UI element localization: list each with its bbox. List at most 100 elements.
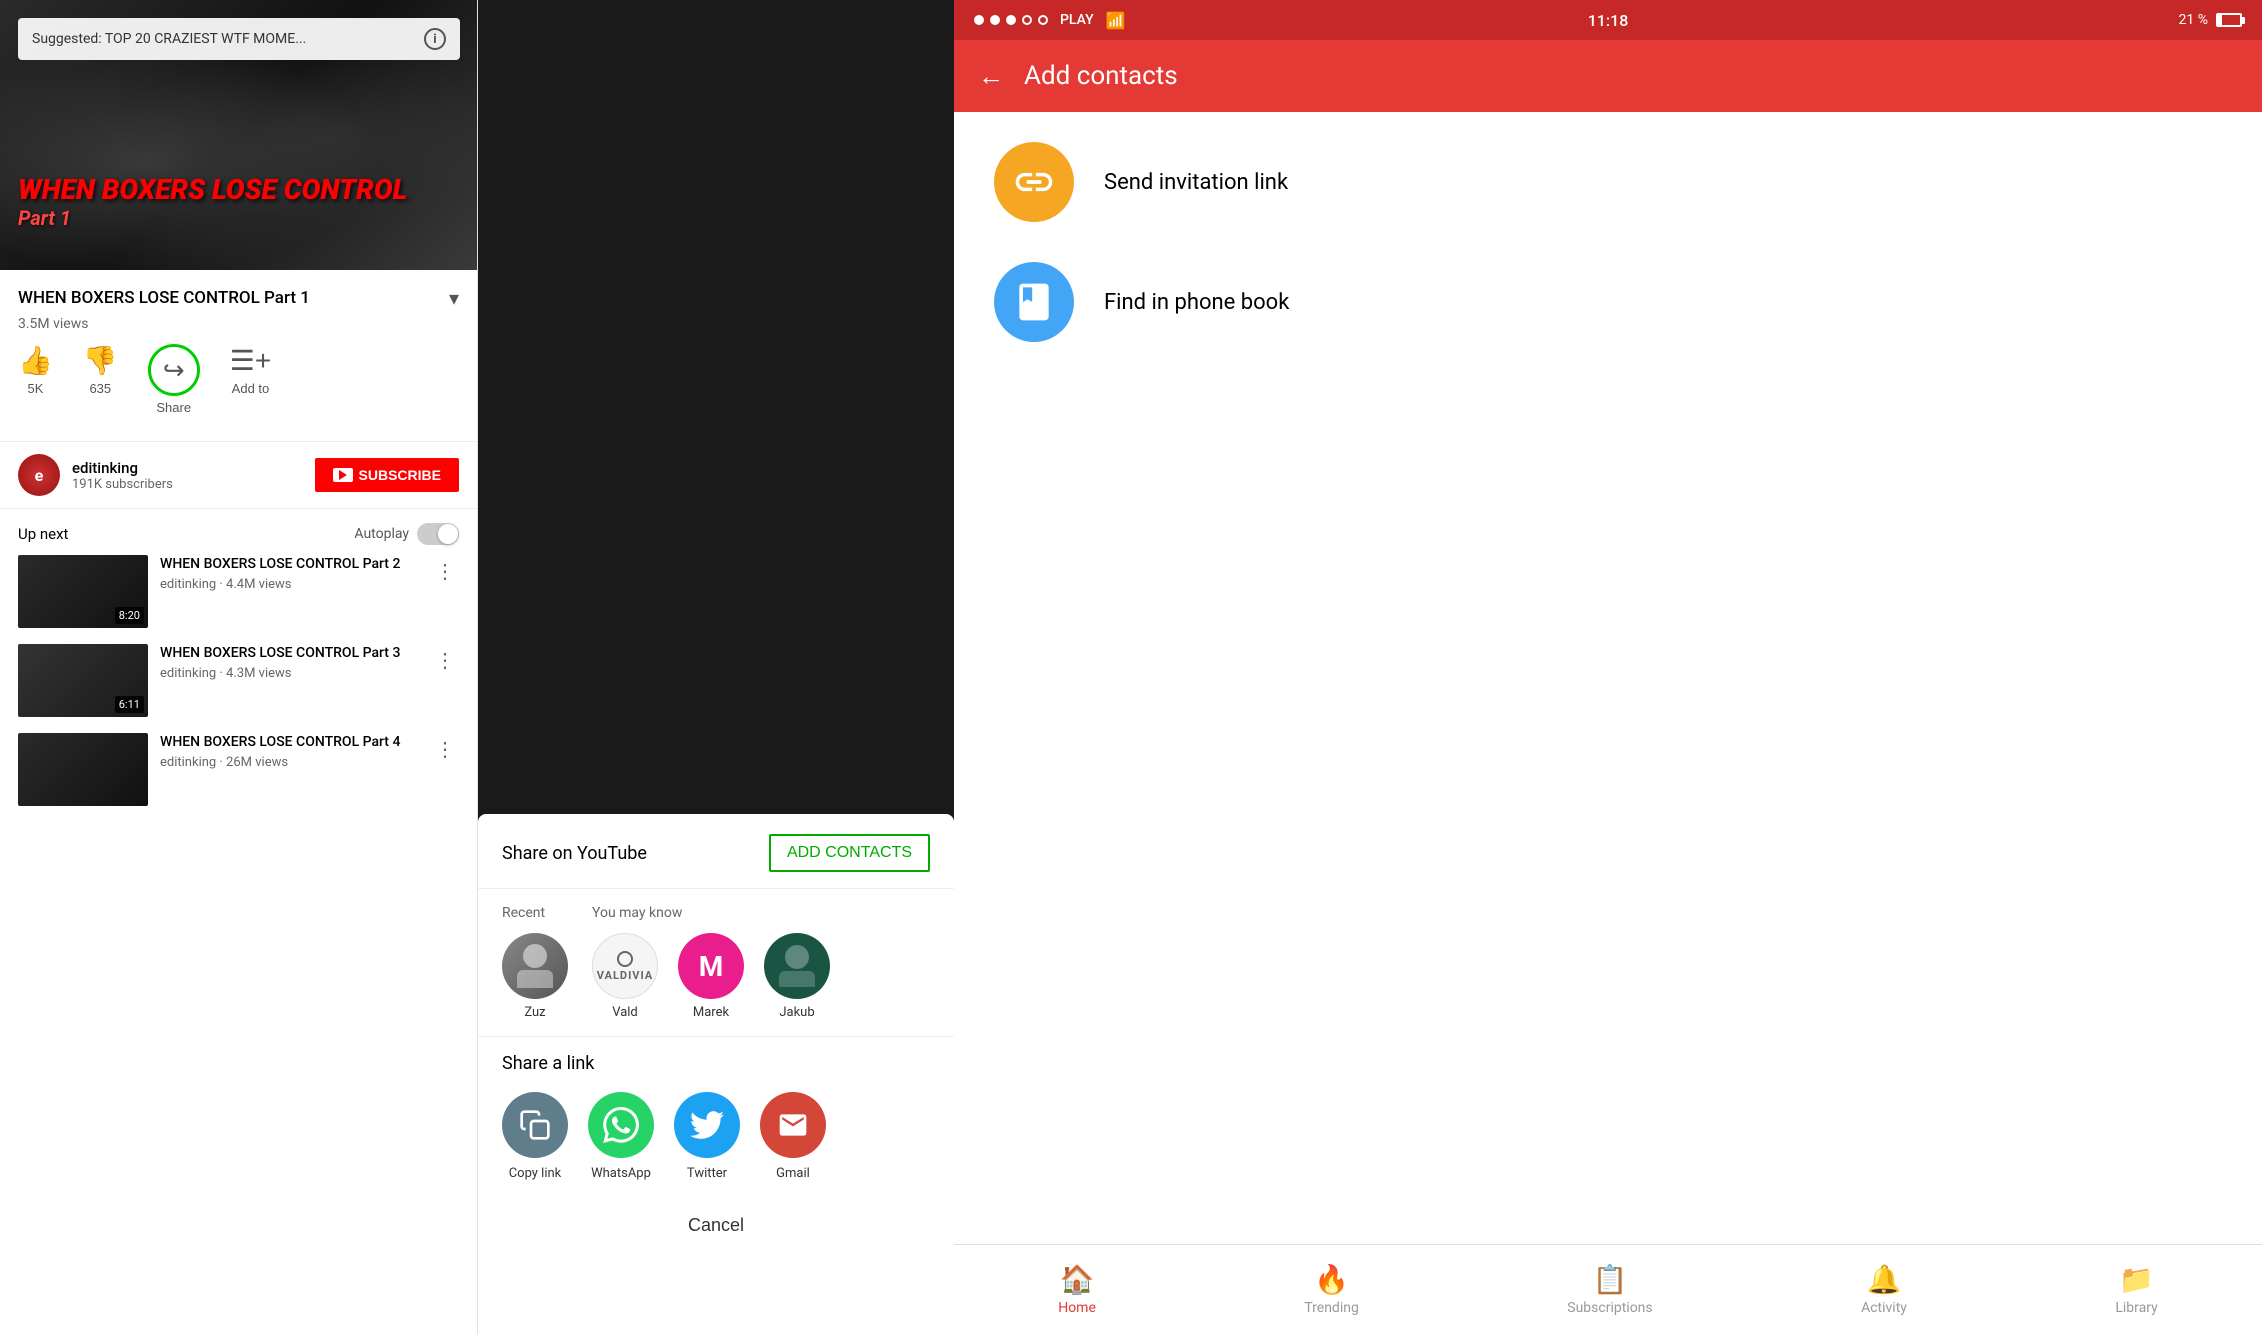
video-meta: WHEN BOXERS LOSE CONTROL Part 3 editinki… — [160, 644, 419, 681]
status-bar: PLAY 📶 11:18 21 % — [954, 0, 2262, 40]
autoplay-label: Autoplay — [354, 526, 409, 542]
like-button[interactable]: 👍 5K — [18, 344, 53, 415]
gmail-label: Gmail — [776, 1166, 810, 1181]
up-next-label: Up next — [18, 525, 68, 543]
share-apps-row: Copy link WhatsApp — [502, 1092, 930, 1181]
share-link-label: Share a link — [502, 1053, 930, 1074]
contact-item-marek[interactable]: M Marek — [678, 933, 744, 1020]
more-options-icon[interactable]: ⋮ — [431, 733, 459, 765]
add-contacts-button[interactable]: ADD CONTACTS — [769, 834, 930, 872]
you-may-know-contacts: VALDIVIA Vald M Marek — [592, 933, 830, 1020]
dislike-button[interactable]: 👎 635 — [83, 344, 118, 415]
video-duration: 6:11 — [115, 696, 144, 713]
contact-avatar-jakub — [764, 933, 830, 999]
share-sheet-panel: Share on YouTube ADD CONTACTS Recent — [478, 0, 954, 1334]
contact-avatar-vald: VALDIVIA — [592, 933, 658, 999]
chevron-down-icon[interactable]: ▾ — [449, 286, 459, 310]
find-in-phone-book-icon — [994, 262, 1074, 342]
carrier-name: PLAY — [1060, 12, 1094, 28]
video-item-channel: editinking · 4.4M views — [160, 577, 419, 592]
channel-avatar[interactable]: e — [18, 454, 60, 496]
video-item-title: WHEN BOXERS LOSE CONTROL Part 2 — [160, 555, 419, 573]
video-item-title: WHEN BOXERS LOSE CONTROL Part 3 — [160, 644, 419, 662]
cancel-button[interactable]: Cancel — [478, 1197, 954, 1254]
whatsapp-label: WhatsApp — [591, 1166, 651, 1181]
share-on-youtube-label: Share on YouTube — [502, 843, 647, 864]
send-invitation-label: Send invitation link — [1104, 170, 1288, 195]
nav-item-subscriptions[interactable]: 📋 Subscriptions — [1567, 1263, 1652, 1316]
nav-item-library[interactable]: 📁 Library — [2115, 1263, 2157, 1316]
video-title-main: WHEN BOXERS LOSE CONTROL — [18, 175, 460, 206]
more-options-icon[interactable]: ⋮ — [431, 644, 459, 676]
signal-dot-3 — [1006, 15, 1016, 25]
send-invitation-option[interactable]: Send invitation link — [994, 142, 2222, 222]
share-label: Share — [156, 400, 191, 415]
video-main-title: WHEN BOXERS LOSE CONTROL Part 1 — [18, 288, 439, 308]
list-item[interactable]: WHEN BOXERS LOSE CONTROL Part 4 editinki… — [18, 733, 459, 806]
copy-link-icon — [502, 1092, 568, 1158]
you-may-know-group: You may know VALDIVIA Vald — [592, 905, 830, 1020]
contacts-row: Recent Zuz You may know — [502, 905, 930, 1020]
list-item[interactable]: 6:11 WHEN BOXERS LOSE CONTROL Part 3 edi… — [18, 644, 459, 717]
share-link-section: Share a link Copy link — [478, 1036, 954, 1197]
nav-label-library: Library — [2115, 1300, 2157, 1316]
video-item-channel: editinking · 4.3M views — [160, 666, 419, 681]
gmail-icon — [760, 1092, 826, 1158]
send-invitation-icon — [994, 142, 1074, 222]
bottom-navigation: 🏠 Home 🔥 Trending 📋 Subscriptions 🔔 Acti… — [954, 1244, 2262, 1334]
you-may-know-label: You may know — [592, 905, 830, 921]
thumbs-up-icon: 👍 — [18, 344, 53, 377]
activity-icon: 🔔 — [1867, 1263, 1902, 1296]
channel-row: e editinking 191K subscribers SUBSCRIBE — [0, 442, 477, 509]
contact-item-jakub[interactable]: Jakub — [764, 933, 830, 1020]
find-in-phone-book-option[interactable]: Find in phone book — [994, 262, 2222, 342]
recent-label: Recent — [502, 905, 568, 921]
whatsapp-item[interactable]: WhatsApp — [588, 1092, 654, 1181]
app-header: ← Add contacts — [954, 40, 2262, 112]
info-icon[interactable]: i — [424, 28, 446, 50]
status-left: PLAY 📶 — [974, 11, 1126, 30]
list-item[interactable]: 8:20 WHEN BOXERS LOSE CONTROL Part 2 edi… — [18, 555, 459, 628]
channel-name: editinking — [72, 459, 173, 477]
status-time: 11:18 — [1588, 11, 1629, 30]
video-item-title: WHEN BOXERS LOSE CONTROL Part 4 — [160, 733, 419, 751]
contact-item-zuz[interactable]: Zuz — [502, 933, 568, 1020]
autoplay-toggle[interactable] — [417, 523, 459, 545]
nav-item-activity[interactable]: 🔔 Activity — [1861, 1263, 1907, 1316]
library-icon: 📁 — [2119, 1263, 2154, 1296]
page-title: Add contacts — [1024, 61, 1178, 91]
thumbs-down-icon: 👎 — [83, 344, 118, 377]
video-duration: 8:20 — [115, 607, 144, 624]
copy-link-item[interactable]: Copy link — [502, 1092, 568, 1181]
wifi-icon: 📶 — [1106, 11, 1126, 30]
nav-label-trending: Trending — [1304, 1300, 1359, 1316]
recent-contacts-group: Recent Zuz — [502, 905, 568, 1020]
gmail-item[interactable]: Gmail — [760, 1092, 826, 1181]
back-button[interactable]: ← — [978, 61, 1004, 92]
contact-name-jakub: Jakub — [779, 1005, 814, 1020]
add-to-button[interactable]: ☰+ Add to — [230, 344, 271, 415]
subscribe-button[interactable]: SUBSCRIBE — [315, 458, 459, 492]
nav-item-trending[interactable]: 🔥 Trending — [1304, 1263, 1359, 1316]
trending-icon: 🔥 — [1314, 1263, 1349, 1296]
video-thumbnail[interactable]: Suggested: TOP 20 CRAZIEST WTF MOME... i… — [0, 0, 478, 270]
signal-dot-1 — [974, 15, 984, 25]
signal-dot-4 — [1022, 15, 1032, 25]
twitter-item[interactable]: Twitter — [674, 1092, 740, 1181]
nav-item-home[interactable]: 🏠 Home — [1058, 1263, 1096, 1316]
contact-item-vald[interactable]: VALDIVIA Vald — [592, 933, 658, 1020]
youtube-video-panel: Suggested: TOP 20 CRAZIEST WTF MOME... i… — [0, 0, 478, 1334]
video-meta: WHEN BOXERS LOSE CONTROL Part 4 editinki… — [160, 733, 419, 770]
share-sheet: Share on YouTube ADD CONTACTS Recent — [478, 814, 954, 1334]
up-next-header: Up next Autoplay — [0, 509, 477, 555]
twitter-icon — [674, 1092, 740, 1158]
share-icon: ↪ — [163, 355, 185, 386]
channel-info: e editinking 191K subscribers — [18, 454, 173, 496]
suggested-bar[interactable]: Suggested: TOP 20 CRAZIEST WTF MOME... i — [18, 18, 460, 60]
more-options-icon[interactable]: ⋮ — [431, 555, 459, 587]
contacts-content: Send invitation link Find in phone book — [954, 112, 2262, 1244]
copy-link-label: Copy link — [509, 1166, 562, 1181]
share-header: Share on YouTube ADD CONTACTS — [478, 834, 954, 889]
add-to-label: Add to — [232, 381, 270, 396]
share-button[interactable]: ↪ Share — [148, 344, 200, 415]
